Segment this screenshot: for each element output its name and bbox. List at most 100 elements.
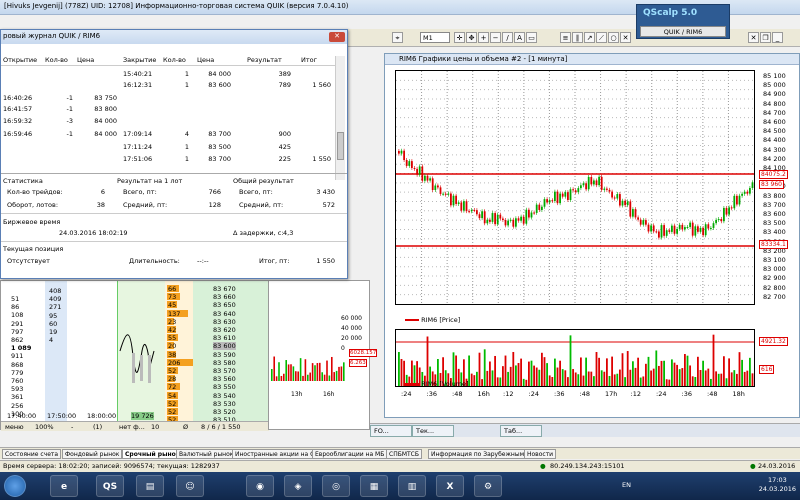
window-close-icon[interactable]: ✕ [748,32,759,43]
taskbar-app-icon[interactable]: ▦ [360,475,388,497]
taskbar-app-icon[interactable]: ☺ [176,475,204,497]
crosshair-icon[interactable]: ✛ [454,32,465,43]
move-icon[interactable]: ✥ [466,32,477,43]
size-value[interactable]: 38 [168,351,176,359]
size-value[interactable]: 23 [168,318,176,326]
price-level[interactable]: 83 630 [213,318,236,326]
market-tab[interactable]: Срочный рынок [122,449,183,459]
taskbar-app-icon[interactable]: ▥ [398,475,426,497]
language-indicator[interactable]: EN [622,481,631,489]
footer-item[interactable]: 100% [35,423,54,431]
price-level[interactable]: 83 540 [213,392,236,400]
taskbar-clock[interactable]: 17:03 24.03.2016 [759,476,796,494]
price-level[interactable]: 83 660 [213,293,236,301]
size-value[interactable]: 45 [168,301,176,309]
journal-scrollbar[interactable] [335,56,345,180]
volume-plot[interactable] [395,329,755,387]
footer-item[interactable]: меню [5,423,24,431]
market-tab[interactable]: Новости [524,449,557,459]
price-level[interactable]: 83 520 [213,408,236,416]
taskbar-app-icon[interactable]: ⚙ [474,475,502,497]
volume-bar [619,369,621,386]
price-level[interactable]: 83 560 [213,375,236,383]
journal-header-3[interactable]: Закрытие [123,56,161,64]
footer-item[interactable]: - [71,423,73,431]
journal-header-1[interactable]: Кол-во [45,56,73,64]
size-value[interactable]: 72 [168,383,176,391]
size-value[interactable]: 52 [168,367,176,375]
qscalp-instrument-button[interactable]: QUIK / RIM6 [640,26,726,37]
mdi-tab-tek[interactable]: Тек... [412,425,454,437]
mdi-tab-fo[interactable]: FO... [370,425,412,437]
price-level[interactable]: 83 570 [213,367,236,375]
text-tool-icon[interactable]: A [514,32,525,43]
arrow-tool-icon[interactable]: ↗ [584,32,595,43]
footer-item[interactable]: (1) [93,423,102,431]
size-value[interactable]: 52 [168,400,176,408]
mdi-tab-tab[interactable]: Таб... [500,425,542,437]
journal-header-4[interactable]: Кол-во [163,56,189,64]
price-level[interactable]: 83 550 [213,383,236,391]
size-value[interactable]: 66 [168,285,176,293]
close-icon[interactable]: ✕ [329,32,345,42]
trend-tool-icon[interactable]: ⟋ [596,32,607,43]
fib-tool-icon[interactable]: ≡ [560,32,571,43]
start-button[interactable] [4,475,26,497]
journal-header-2[interactable]: Цена [77,56,117,64]
price-level[interactable]: 83 650 [213,301,236,309]
size-value[interactable]: 137 [168,310,180,318]
price-level[interactable]: 83 600 [213,342,236,351]
size-value[interactable]: 73 [168,293,176,301]
volume-bar [717,373,720,386]
zoom-in-icon[interactable]: + [478,32,489,43]
market-tab[interactable]: Валютный рынок [176,449,237,459]
taskbar-app-icon[interactable]: ◈ [284,475,312,497]
price-level[interactable]: 83 580 [213,359,236,367]
price-level[interactable]: 83 590 [213,351,236,359]
select-tool-icon[interactable]: ⌖ [392,32,403,43]
journal-header-5[interactable]: Цена [197,56,231,64]
size-value[interactable]: 55 [168,334,176,342]
price-plot[interactable] [395,70,755,305]
ellipse-tool-icon[interactable]: ○ [608,32,619,43]
scrollbar-thumb[interactable] [337,132,344,160]
taskbar-app-icon[interactable]: ▤ [136,475,164,497]
price-level[interactable]: 83 620 [213,326,236,334]
price-level[interactable]: 83 530 [213,400,236,408]
size-value[interactable]: 28 [168,375,176,383]
taskbar-app-icon[interactable]: ◉ [246,475,274,497]
delete-tool-icon[interactable]: ✕ [620,32,631,43]
taskbar-app-icon[interactable]: e [50,475,78,497]
price-level[interactable]: 83 670 [213,285,236,293]
channel-tool-icon[interactable]: ∥ [572,32,583,43]
zoom-out-icon[interactable]: − [490,32,501,43]
taskbar-app-icon[interactable]: X [436,475,464,497]
size-value[interactable]: 52 [168,408,176,416]
taskbar-app-icon[interactable]: QS [96,475,124,497]
size-value[interactable]: 42 [168,326,176,334]
small-volume-bar [273,356,275,381]
size-value[interactable]: 206 [168,359,180,367]
line-tool-icon[interactable]: / [502,32,513,43]
journal-header-0[interactable]: Открытие [3,56,43,64]
market-tab[interactable]: Еврооблигации на МБ [312,449,388,459]
size-value[interactable]: 54 [168,392,176,400]
window-restore-icon[interactable]: ❐ [760,32,771,43]
market-tab[interactable]: Состояние счета [2,449,62,459]
window-minimize-icon[interactable]: _ [772,32,783,43]
volume-left: 911 [11,352,24,361]
market-tab[interactable]: Фондовый рынок [62,449,123,459]
footer-item[interactable]: Ø [183,423,188,431]
footer-item[interactable]: 10 [151,423,159,431]
rect-tool-icon[interactable]: ▭ [526,32,537,43]
price-level[interactable]: 83 640 [213,310,236,318]
size-value[interactable]: 20 [168,342,176,350]
price-level[interactable]: 83 610 [213,334,236,342]
taskbar-app-icon[interactable]: ◎ [322,475,350,497]
market-tab[interactable]: СПБМТСБ [386,449,422,459]
interval-select[interactable]: M1 [420,32,450,43]
journal-header-7[interactable]: Итог [301,56,331,64]
journal-header-6[interactable]: Результат [247,56,291,64]
footer-item[interactable]: 8 / 6 / 1 550 [201,423,241,431]
footer-item[interactable]: нет ф... [119,423,145,431]
